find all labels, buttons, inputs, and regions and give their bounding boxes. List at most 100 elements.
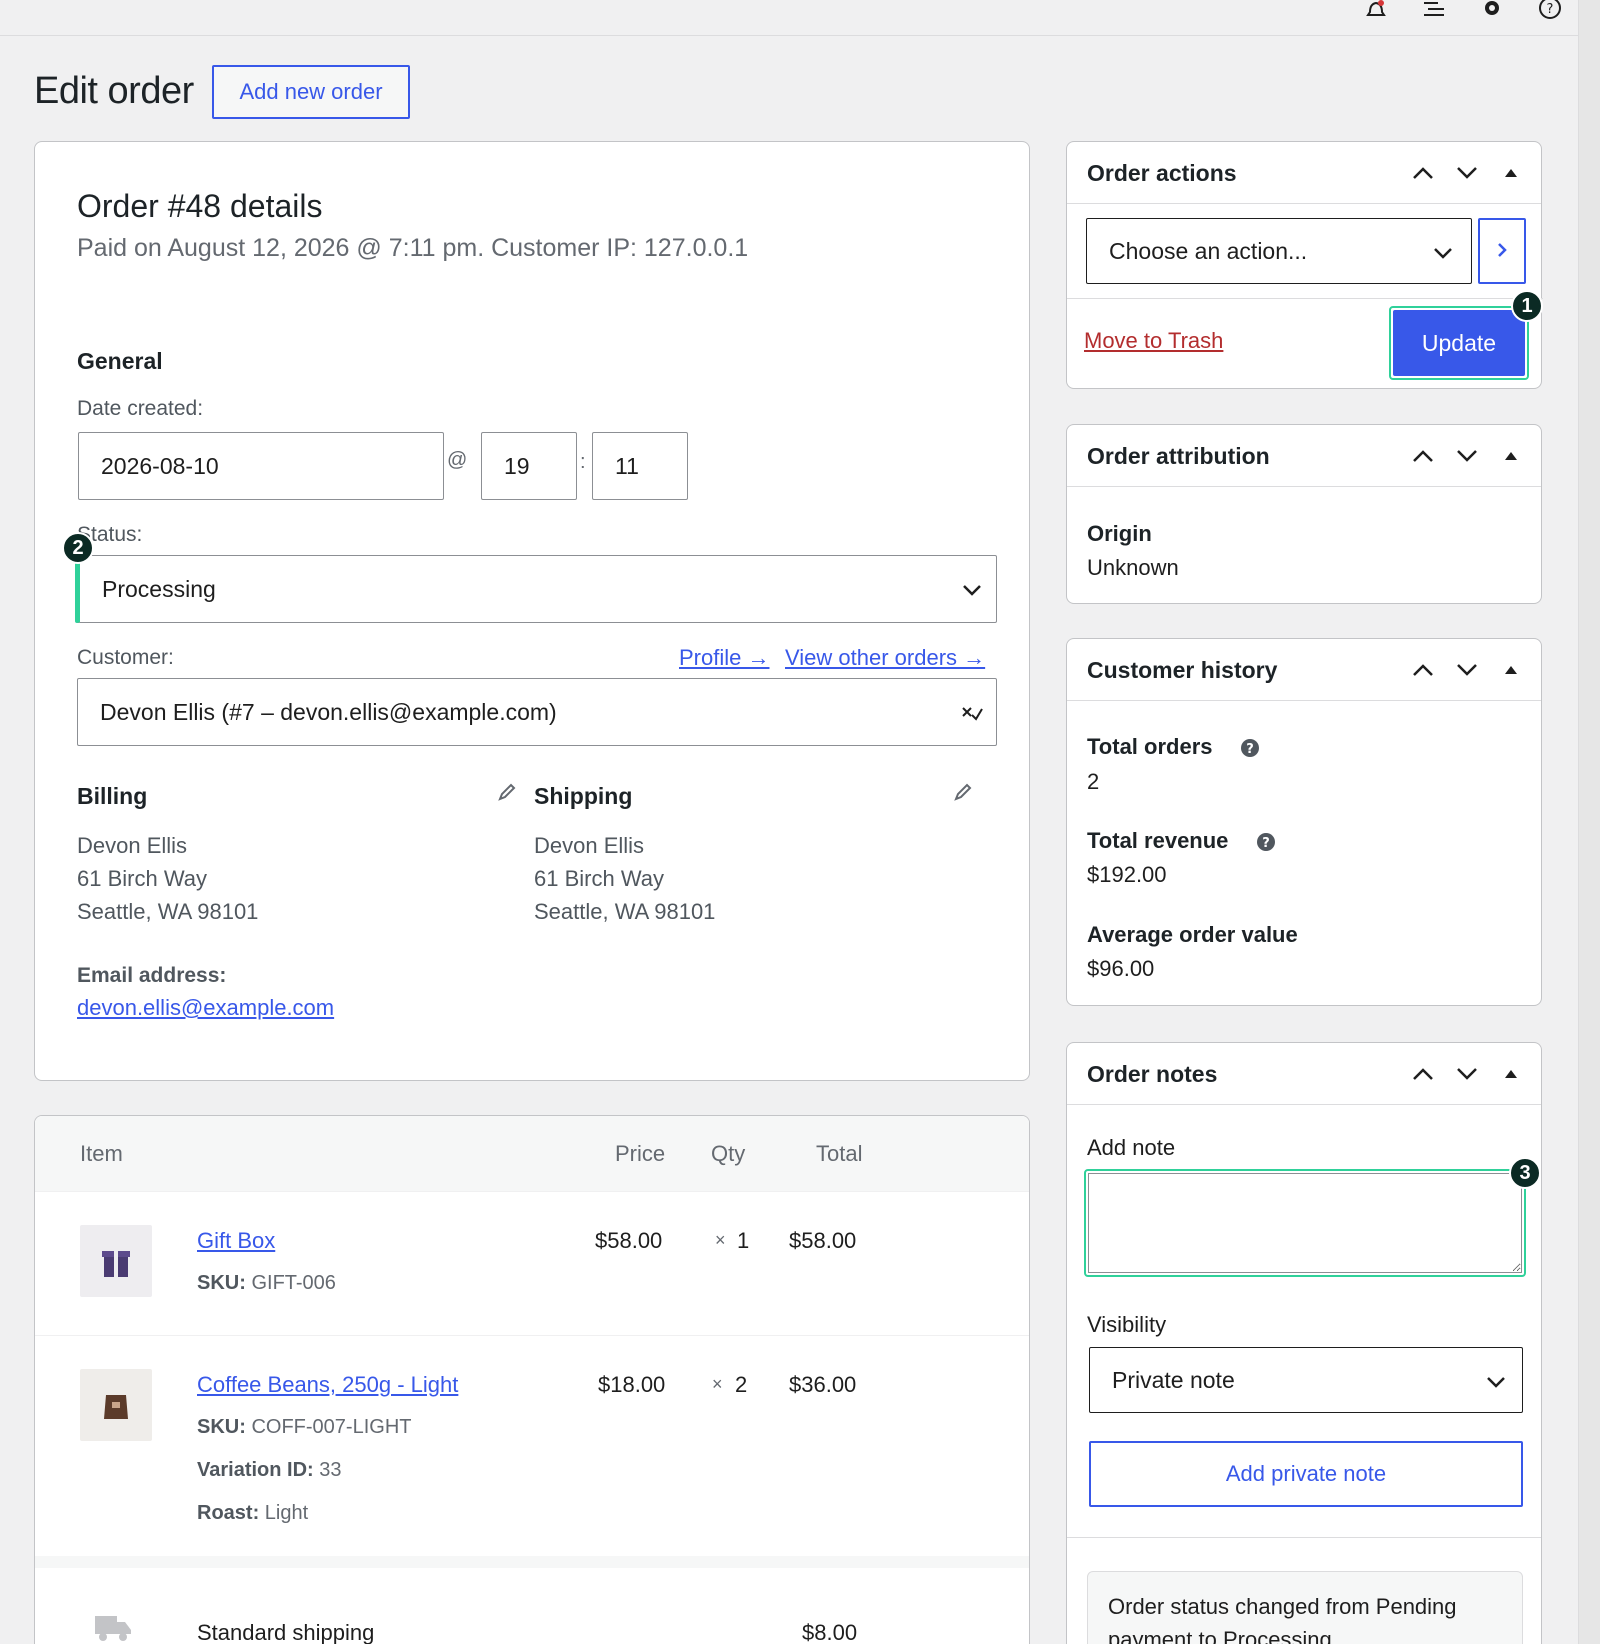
edit-shipping-pencil-icon[interactable] (953, 782, 973, 802)
app-window: ? Edit order Add new order Order #48 det… (0, 0, 1578, 1644)
average-order-value: $96.00 (1087, 956, 1155, 981)
visibility-select[interactable]: Private note (1089, 1347, 1523, 1413)
add-new-order-button[interactable]: Add new order (212, 65, 410, 119)
sku-label: SKU: (197, 1272, 246, 1294)
visibility-value: Private note (1112, 1366, 1235, 1393)
date-created-input[interactable]: 2026-08-10 (78, 432, 444, 500)
origin-value: Unknown (1087, 555, 1179, 580)
item-name-link[interactable]: Coffee Beans, 250g - Light (197, 1372, 458, 1398)
move-up-icon[interactable] (1411, 447, 1435, 465)
svg-text:?: ? (1262, 836, 1270, 851)
update-button[interactable]: Update (1393, 310, 1525, 376)
at-separator: @ (447, 449, 468, 471)
help-icon[interactable]: ? (1536, 0, 1564, 20)
page-scrollbar[interactable] (1578, 0, 1600, 1644)
general-heading: General (77, 348, 163, 374)
edit-billing-pencil-icon[interactable] (497, 782, 517, 802)
date-created-label: Date created: (77, 397, 204, 420)
visibility-label: Visibility (1087, 1312, 1167, 1337)
badge-3: 3 (1509, 1157, 1541, 1189)
total-revenue-label: Total revenue (1087, 828, 1229, 853)
chevron-down-icon (1434, 248, 1452, 259)
item-qty: 1 (737, 1228, 750, 1253)
billing-street: 61 Birch Way (77, 866, 208, 891)
order-actions-panel: Order actions Choose an action... Move t… (1066, 141, 1543, 389)
paid-line: Paid on August 12, 2026 @ 7:11 pm. Custo… (77, 234, 749, 262)
badge-2: 2 (62, 532, 94, 564)
order-details-card: Order #48 details Paid on August 12, 202… (34, 141, 1030, 1081)
item-sku: SKU: GIFT-006 (197, 1272, 336, 1295)
status-value: Processing (102, 575, 216, 602)
billing-email-link[interactable]: devon.ellis@example.com (77, 995, 334, 1021)
add-private-note-button[interactable]: Add private note (1089, 1441, 1523, 1507)
order-note-item: Order status changed from Pending paymen… (1087, 1571, 1523, 1644)
add-note-label: Add note (1087, 1135, 1176, 1160)
gift-box-thumbnail (80, 1225, 152, 1297)
gift-icon (102, 1251, 130, 1277)
bell-icon[interactable] (1362, 0, 1390, 20)
status-select[interactable]: Processing (77, 555, 997, 623)
item-total: $36.00 (789, 1372, 857, 1397)
billing-city: Seattle, WA 98101 (77, 899, 259, 924)
move-up-icon[interactable] (1411, 164, 1435, 182)
item-name-link[interactable]: Gift Box (197, 1228, 275, 1254)
sku-value: GIFT-006 (251, 1272, 336, 1294)
move-up-icon[interactable] (1411, 1065, 1435, 1083)
move-up-icon[interactable] (1411, 661, 1435, 679)
profile-link[interactable]: Profile → (679, 645, 769, 671)
table-row: Coffee Beans, 250g - Light SKU: COFF-007… (35, 1336, 1029, 1568)
view-other-orders-link[interactable]: View other orders → (785, 645, 985, 671)
shipping-street: 61 Birch Way (534, 866, 665, 891)
item-price: $18.00 (598, 1372, 666, 1397)
order-action-select[interactable]: Choose an action... (1086, 218, 1472, 284)
collapse-icon[interactable] (1503, 661, 1519, 679)
add-note-textarea[interactable] (1088, 1173, 1522, 1273)
roast-label: Roast: (197, 1502, 260, 1524)
badge-1: 1 (1511, 290, 1543, 322)
customer-history-panel: Customer history Total orders ? 2 Total … (1066, 638, 1542, 1006)
colon-separator: : (580, 451, 586, 473)
apply-action-button[interactable] (1478, 218, 1526, 284)
customer-select[interactable]: Devon Ellis (#7 – devon.ellis@example.co… (77, 678, 997, 746)
item-sku: SKU: COFF-007-LIGHT (197, 1416, 411, 1439)
question-circle-icon[interactable]: ? (1240, 738, 1260, 758)
hour-input[interactable]: 19 (481, 432, 577, 500)
item-price: $58.00 (595, 1228, 663, 1253)
order-attribution-title: Order attribution (1087, 443, 1270, 469)
divider (1067, 298, 1543, 299)
question-circle-icon[interactable]: ? (1256, 832, 1276, 852)
minute-input[interactable]: 11 (592, 432, 688, 500)
header-item: Item (80, 1141, 123, 1166)
order-note-text: Order status changed from Pending paymen… (1108, 1594, 1457, 1644)
move-down-icon[interactable] (1455, 661, 1479, 679)
gear-icon[interactable] (1478, 0, 1506, 20)
shipping-method-name: Standard shipping (197, 1620, 375, 1644)
order-notes-title: Order notes (1087, 1061, 1218, 1087)
customer-label: Customer: (77, 646, 174, 669)
list-icon[interactable] (1420, 0, 1448, 20)
order-notes-panel: Order notes Add note Visibility Private … (1066, 1042, 1542, 1644)
svg-text:?: ? (1246, 742, 1254, 757)
move-to-trash-link[interactable]: Move to Trash (1084, 328, 1223, 354)
item-variation: Variation ID: 33 (197, 1459, 342, 1482)
variation-value: 33 (319, 1459, 342, 1481)
move-down-icon[interactable] (1455, 1065, 1479, 1083)
shipping-total: $8.00 (802, 1620, 858, 1644)
collapse-icon[interactable] (1503, 1065, 1519, 1083)
qty-times: × (715, 1230, 726, 1250)
item-qty: 2 (735, 1372, 748, 1397)
move-down-icon[interactable] (1455, 447, 1479, 465)
collapse-icon[interactable] (1503, 447, 1519, 465)
order-actions-title: Order actions (1087, 160, 1237, 186)
clear-select-icon[interactable] (960, 703, 984, 723)
header-total: Total (816, 1141, 863, 1166)
chevron-down-icon (963, 585, 981, 596)
shipping-row: Standard shipping $8.00 (35, 1580, 1029, 1644)
header-qty: Qty (711, 1141, 746, 1166)
move-down-icon[interactable] (1455, 164, 1479, 182)
collapse-icon[interactable] (1503, 164, 1519, 182)
order-heading: Order #48 details (77, 188, 323, 224)
coffee-bag-icon (104, 1395, 128, 1419)
truck-icon (95, 1616, 131, 1641)
chevron-right-icon (1498, 242, 1507, 257)
